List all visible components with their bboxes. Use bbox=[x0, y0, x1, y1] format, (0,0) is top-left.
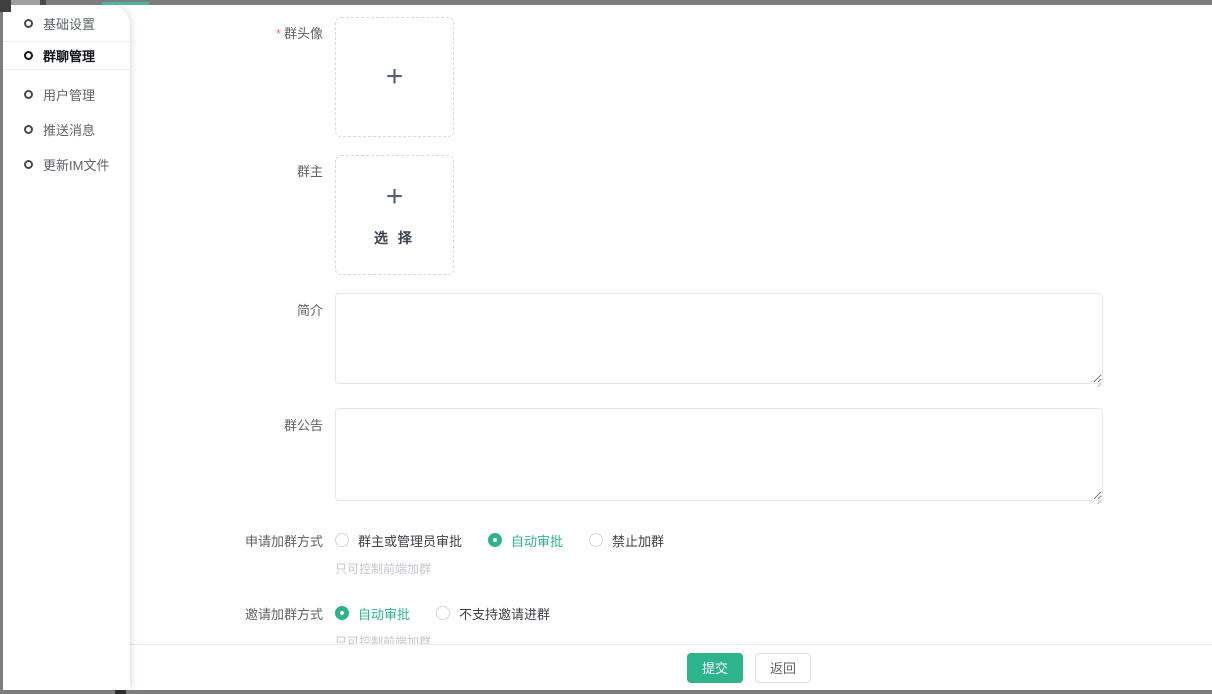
sidebar-item-user-management[interactable]: 用户管理 bbox=[3, 77, 130, 112]
circle-icon bbox=[24, 90, 33, 99]
invite-method-content: 自动审批 不支持邀请进群 只可控制前端加群 bbox=[335, 602, 576, 650]
intro-label: 简介 bbox=[130, 293, 335, 320]
radio-owner-or-admin-approval[interactable]: 群主或管理员审批 bbox=[335, 531, 462, 550]
form-item-apply-method: 申请加群方式 群主或管理员审批 自动审批 禁止加群 bbox=[130, 529, 1212, 577]
radio-invite-auto-approval[interactable]: 自动审批 bbox=[335, 604, 410, 623]
apply-method-label: 申请加群方式 bbox=[130, 529, 335, 551]
radio-label: 禁止加群 bbox=[612, 531, 664, 550]
announcement-textarea[interactable] bbox=[335, 408, 1103, 501]
invite-method-radio-group: 自动审批 不支持邀请进群 bbox=[335, 602, 576, 624]
plus-icon: + bbox=[386, 182, 404, 212]
sidebar-item-group-chat-management[interactable]: 群聊管理 bbox=[3, 41, 130, 70]
bottom-bar-dark-segment bbox=[115, 690, 126, 694]
window-top-bar bbox=[0, 0, 1212, 5]
apply-method-radio-group: 群主或管理员审批 自动审批 禁止加群 bbox=[335, 529, 690, 551]
sidebar-item-label: 用户管理 bbox=[43, 85, 95, 104]
intro-textarea[interactable] bbox=[335, 293, 1103, 384]
group-avatar-label: *群头像 bbox=[130, 17, 335, 43]
circle-icon bbox=[24, 51, 33, 60]
apply-method-content: 群主或管理员审批 自动审批 禁止加群 只可控制前端加群 bbox=[335, 529, 690, 577]
select-text: 选 择 bbox=[374, 228, 415, 248]
sidebar-item-push-messages[interactable]: 推送消息 bbox=[3, 112, 130, 147]
form-action-bar: 提交 返回 bbox=[130, 644, 1212, 690]
circle-icon bbox=[24, 19, 33, 28]
radio-icon bbox=[335, 533, 349, 547]
radio-icon bbox=[436, 606, 450, 620]
radio-icon-selected bbox=[335, 606, 349, 620]
radio-label: 自动审批 bbox=[511, 531, 563, 550]
sidebar-item-label: 基础设置 bbox=[43, 14, 95, 33]
radio-label: 自动审批 bbox=[358, 604, 410, 623]
group-avatar-upload-box[interactable]: + bbox=[335, 17, 454, 137]
apply-method-hint: 只可控制前端加群 bbox=[335, 561, 690, 577]
sidebar-item-basic-settings[interactable]: 基础设置 bbox=[3, 6, 130, 41]
radio-forbid-join[interactable]: 禁止加群 bbox=[589, 531, 664, 550]
app-window: 基础设置 群聊管理 用户管理 推送消息 更新IM文件 bbox=[0, 0, 1212, 694]
radio-label: 群主或管理员审批 bbox=[358, 531, 462, 550]
invite-method-label: 邀请加群方式 bbox=[130, 602, 335, 624]
circle-icon bbox=[24, 160, 33, 169]
radio-icon-selected bbox=[488, 533, 502, 547]
form-item-intro: 简介 bbox=[130, 293, 1212, 389]
announcement-textarea-wrap bbox=[335, 408, 1103, 506]
form-item-group-avatar: *群头像 + bbox=[130, 17, 1212, 137]
main-content: *群头像 + 群主 + 选 择 简介 bbox=[130, 5, 1212, 690]
sidebar-item-update-im-files[interactable]: 更新IM文件 bbox=[3, 147, 130, 182]
form-item-announcement: 群公告 bbox=[130, 408, 1212, 506]
sidebar-item-label: 群聊管理 bbox=[43, 46, 95, 65]
sidebar-menu: 基础设置 群聊管理 用户管理 推送消息 更新IM文件 bbox=[3, 5, 130, 182]
window-bottom-bar bbox=[0, 690, 1212, 694]
form-item-invite-method: 邀请加群方式 自动审批 不支持邀请进群 只可控制前端加群 bbox=[130, 602, 1212, 650]
radio-no-invite-join[interactable]: 不支持邀请进群 bbox=[436, 604, 550, 623]
radio-icon bbox=[589, 533, 603, 547]
top-bar-dark-segment bbox=[0, 0, 11, 12]
top-bar-light-segment bbox=[11, 0, 40, 5]
form-item-group-owner: 群主 + 选 择 bbox=[130, 155, 1212, 275]
sidebar: 基础设置 群聊管理 用户管理 推送消息 更新IM文件 bbox=[3, 5, 130, 690]
active-tab-indicator bbox=[102, 2, 149, 5]
group-owner-select-box[interactable]: + 选 择 bbox=[335, 155, 454, 275]
circle-icon bbox=[24, 125, 33, 134]
plus-icon: + bbox=[386, 62, 404, 92]
sidebar-item-label: 更新IM文件 bbox=[43, 155, 109, 174]
group-chat-form: *群头像 + 群主 + 选 择 简介 bbox=[130, 5, 1212, 650]
intro-textarea-wrap bbox=[335, 293, 1103, 389]
required-asterisk: * bbox=[276, 26, 281, 41]
submit-button[interactable]: 提交 bbox=[687, 653, 743, 683]
radio-label: 不支持邀请进群 bbox=[459, 604, 550, 623]
window-left-border bbox=[0, 0, 3, 694]
sidebar-item-label: 推送消息 bbox=[43, 120, 95, 139]
announcement-label: 群公告 bbox=[130, 408, 335, 435]
radio-auto-approval[interactable]: 自动审批 bbox=[488, 531, 563, 550]
top-bar-dark-segment-2 bbox=[40, 0, 46, 5]
group-owner-label: 群主 bbox=[130, 155, 335, 181]
back-button[interactable]: 返回 bbox=[755, 653, 811, 683]
